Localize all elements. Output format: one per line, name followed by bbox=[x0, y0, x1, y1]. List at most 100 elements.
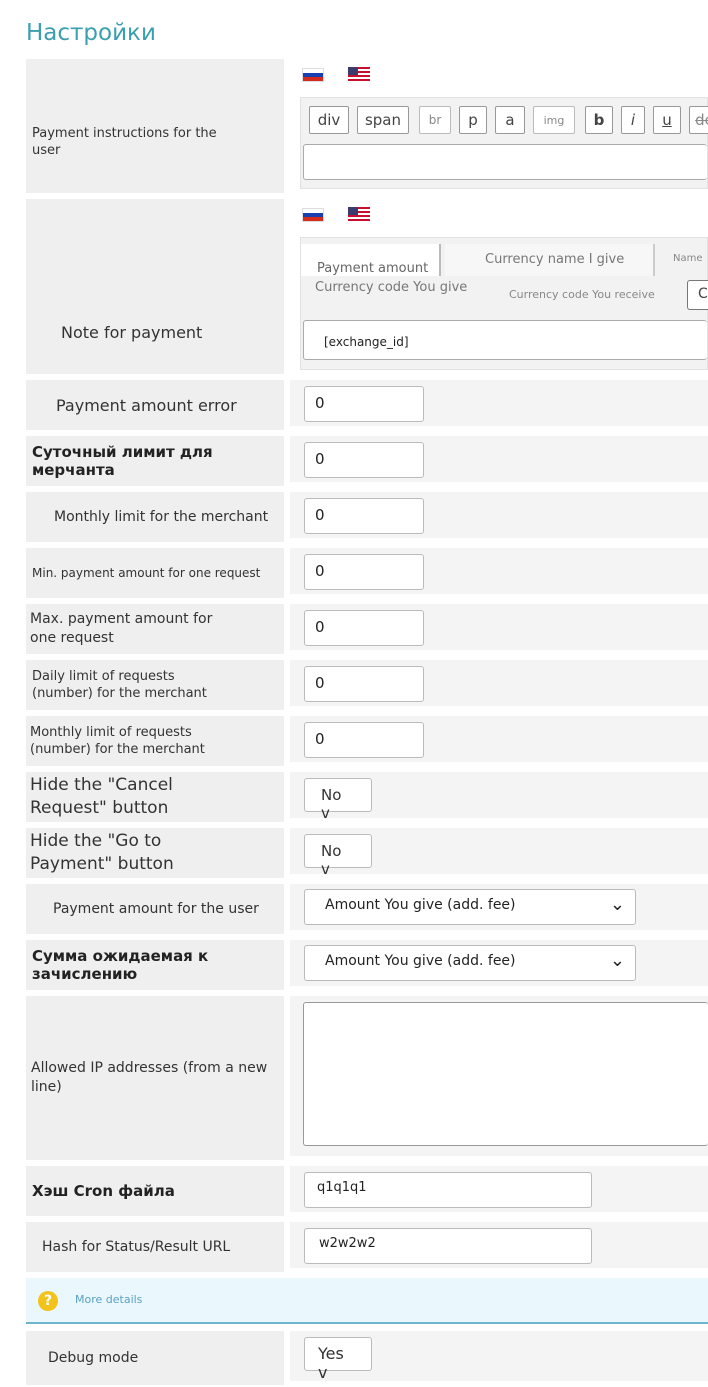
instructions-label-cell: Payment instructions for the user bbox=[26, 59, 284, 193]
tag-i-button[interactable]: i bbox=[621, 106, 645, 134]
field-cell: w2w2w2 bbox=[290, 1222, 708, 1268]
instructions-textarea[interactable] bbox=[303, 144, 707, 180]
tag-a-button[interactable]: a bbox=[495, 106, 525, 134]
tag-div-button[interactable]: div bbox=[309, 106, 349, 134]
field-label: Хэш Cron файла bbox=[32, 1182, 175, 1200]
instructions-label: Payment instructions for the user bbox=[32, 126, 217, 158]
instructions-row: Payment instructions for the user div sp… bbox=[26, 59, 708, 193]
payment-amount-error-input[interactable]: 0 bbox=[304, 386, 424, 422]
us-flag-icon[interactable] bbox=[348, 207, 370, 221]
question-icon: ? bbox=[38, 1291, 58, 1311]
min-amount-row: Min. payment amount for one request 0 bbox=[26, 548, 708, 598]
tag-u-button[interactable]: u bbox=[653, 106, 681, 134]
daily-limit-input[interactable]: 0 bbox=[304, 442, 424, 478]
tag-span-button[interactable]: span bbox=[357, 106, 409, 134]
field-label-cell: Monthly limit of requests (number) for t… bbox=[26, 716, 284, 766]
instructions-field: div span br p a img b i u de bbox=[290, 59, 708, 189]
field-label: Allowed IP addresses (from a new line) bbox=[31, 1060, 268, 1095]
max-amount-input[interactable]: 0 bbox=[304, 610, 424, 646]
cron-hash-input[interactable]: q1q1q1 bbox=[304, 1172, 592, 1208]
field-label: Payment amount for the user bbox=[53, 901, 259, 917]
select-value: Amount You give (add. fee) bbox=[325, 953, 516, 969]
field-label-cell: Суточный лимит для мерчанта bbox=[26, 436, 284, 486]
field-label: Monthly limit of requests (number) for t… bbox=[30, 725, 205, 757]
field-cell: 0 bbox=[290, 716, 708, 762]
field-cell: Amount You give (add. fee) ⌄ bbox=[290, 940, 708, 986]
more-details-link[interactable]: More details bbox=[75, 1293, 142, 1306]
note-label: Note for payment bbox=[61, 323, 203, 342]
field-label: Hide the "Go to Payment" button bbox=[30, 831, 174, 874]
field-label-cell: Allowed IP addresses (from a new line) bbox=[26, 996, 284, 1160]
min-amount-input[interactable]: 0 bbox=[304, 554, 424, 590]
hide-cancel-select[interactable]: No v bbox=[304, 778, 372, 822]
field-cell: Yes v bbox=[290, 1331, 708, 1382]
debug-row: Debug mode Yes v bbox=[26, 1331, 708, 1385]
tag-del-button[interactable]: de bbox=[689, 106, 708, 134]
note-field: Payment amount Currency name I give Name… bbox=[290, 199, 708, 370]
field-label-cell: Hide the "Go to Payment" button bbox=[26, 828, 284, 878]
cron-hash-row: Хэш Cron файла q1q1q1 bbox=[26, 1166, 708, 1216]
field-label: Min. payment amount for one request bbox=[32, 566, 261, 580]
tag-img-button[interactable]: img bbox=[533, 106, 575, 134]
field-cell: 0 bbox=[290, 492, 708, 538]
pay-amount-user-row: Payment amount for the user Amount You g… bbox=[26, 884, 708, 934]
note-label-cell: Note for payment bbox=[26, 199, 284, 374]
field-label-cell: Payment amount for the user bbox=[26, 884, 284, 934]
debug-select[interactable]: Yes v bbox=[304, 1337, 372, 1382]
field-label: Monthly limit for the merchant bbox=[54, 509, 269, 525]
field-cell: No v bbox=[290, 772, 708, 822]
chevron-down-icon: ⌄ bbox=[609, 950, 625, 971]
tag-currency-code-give-button[interactable]: Currency code You give bbox=[307, 280, 495, 300]
tag-currency-code-receive-button[interactable]: Currency code You receive bbox=[487, 278, 677, 308]
tag-b-button[interactable]: b bbox=[585, 106, 613, 134]
note-editor-panel: Payment amount Currency name I give Name… bbox=[300, 237, 708, 370]
field-cell: 0 bbox=[290, 436, 708, 482]
daily-requests-input[interactable]: 0 bbox=[304, 666, 424, 702]
tag-currency-name-give-button[interactable]: Currency name I give bbox=[445, 244, 655, 276]
select-value: Amount You give (add. fee) bbox=[325, 897, 516, 913]
tag-c-button[interactable]: C bbox=[687, 280, 708, 310]
monthly-requests-row: Monthly limit of requests (number) for t… bbox=[26, 716, 708, 766]
field-label: Сумма ожидаемая к зачислению bbox=[32, 947, 209, 983]
monthly-requests-input[interactable]: 0 bbox=[304, 722, 424, 758]
page-title: Настройки bbox=[26, 20, 156, 46]
field-label-cell: Сумма ожидаемая к зачислению bbox=[26, 940, 284, 990]
field-label-cell: Monthly limit for the merchant bbox=[26, 492, 284, 542]
hide-goto-select[interactable]: No v bbox=[304, 834, 372, 878]
hide-cancel-row: Hide the "Cancel Request" button No v bbox=[26, 772, 708, 822]
field-cell: 0 bbox=[290, 380, 708, 426]
field-cell: No v bbox=[290, 828, 708, 878]
max-amount-row: Max. payment amount for one request 0 bbox=[26, 604, 708, 654]
expected-sum-row: Сумма ожидаемая к зачислению Amount You … bbox=[26, 940, 708, 990]
hide-goto-row: Hide the "Go to Payment" button No v bbox=[26, 828, 708, 878]
tag-name-button[interactable]: Name bbox=[659, 244, 708, 276]
expected-sum-select[interactable]: Amount You give (add. fee) ⌄ bbox=[304, 945, 636, 981]
tag-p-button[interactable]: p bbox=[459, 106, 487, 134]
us-flag-icon[interactable] bbox=[348, 67, 370, 81]
tag-payment-amount-button[interactable]: Payment amount bbox=[301, 244, 441, 276]
chevron-down-icon: ⌄ bbox=[609, 894, 625, 915]
monthly-limit-input[interactable]: 0 bbox=[304, 498, 424, 534]
field-label-cell: Daily limit of requests (number) for the… bbox=[26, 660, 284, 710]
field-label-cell: Хэш Cron файла bbox=[26, 1166, 284, 1216]
field-cell: q1q1q1 bbox=[290, 1166, 708, 1212]
field-cell: 0 bbox=[290, 660, 708, 706]
field-label: Daily limit of requests (number) for the… bbox=[32, 669, 207, 701]
field-label-cell: Max. payment amount for one request bbox=[26, 604, 284, 654]
pay-amount-user-select[interactable]: Amount You give (add. fee) ⌄ bbox=[304, 889, 636, 925]
note-input[interactable]: [exchange_id] bbox=[303, 320, 707, 360]
field-label: Max. payment amount for one request bbox=[30, 611, 213, 646]
tag-br-button[interactable]: br bbox=[419, 106, 451, 134]
daily-requests-row: Daily limit of requests (number) for the… bbox=[26, 660, 708, 710]
status-hash-input[interactable]: w2w2w2 bbox=[304, 1228, 592, 1264]
field-label-cell: Hide the "Cancel Request" button bbox=[26, 772, 284, 822]
ru-flag-icon[interactable] bbox=[302, 208, 324, 222]
help-bar: ? More details bbox=[26, 1278, 708, 1324]
instructions-editor-panel: div span br p a img b i u de bbox=[300, 97, 708, 189]
field-label: Hide the "Cancel Request" button bbox=[30, 775, 173, 818]
ru-flag-icon[interactable] bbox=[302, 68, 324, 82]
daily-limit-row: Суточный лимит для мерчанта 0 bbox=[26, 436, 708, 486]
allowed-ip-textarea[interactable] bbox=[303, 1002, 708, 1146]
field-label: Hash for Status/Result URL bbox=[42, 1239, 231, 1255]
field-label-cell: Debug mode bbox=[26, 1331, 284, 1385]
